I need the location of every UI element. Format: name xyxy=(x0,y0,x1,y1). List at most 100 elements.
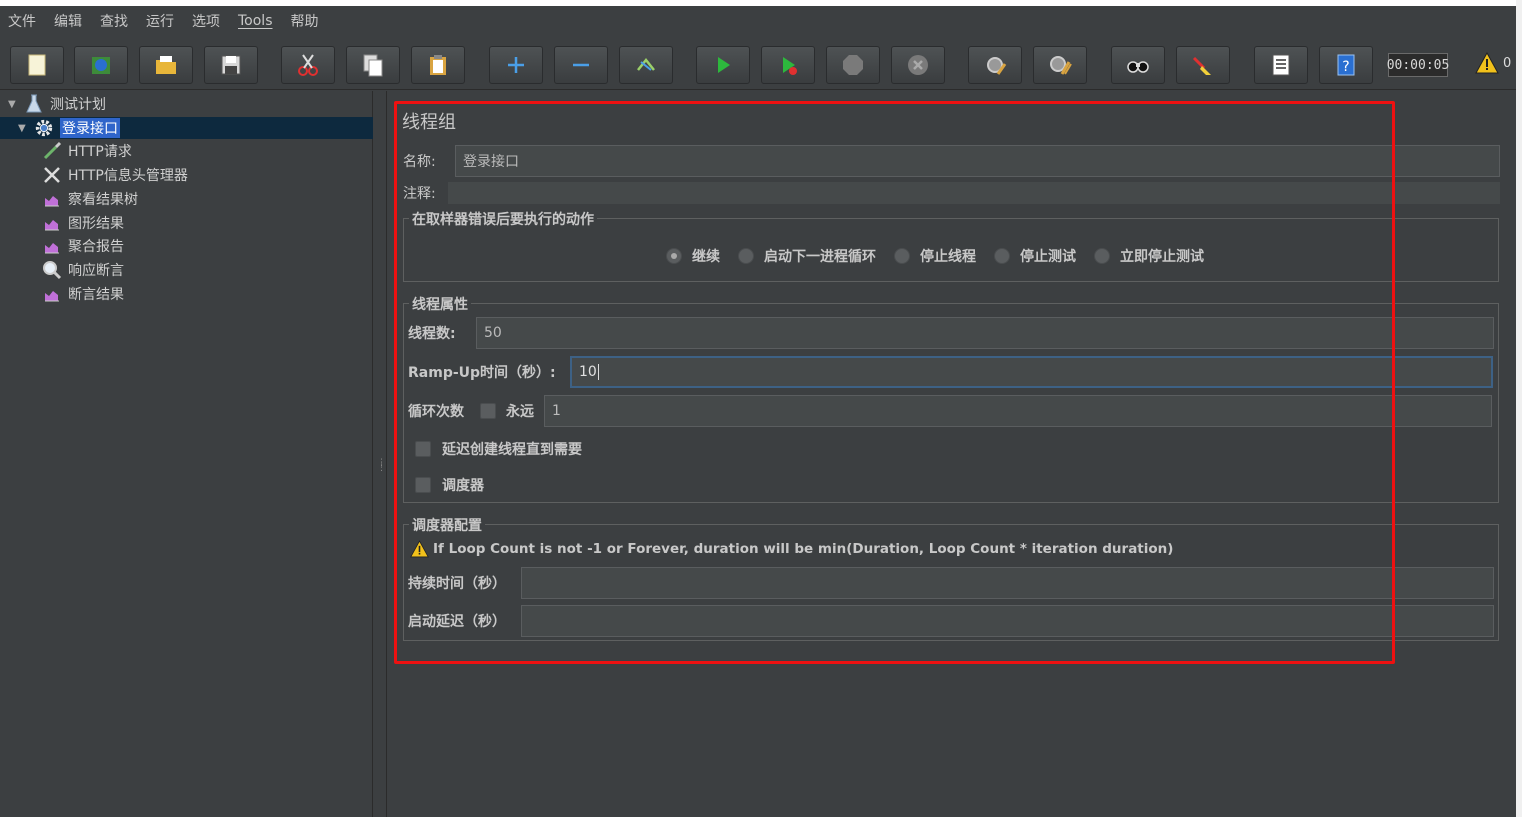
save-icon xyxy=(221,55,241,75)
clear-button[interactable] xyxy=(968,46,1022,84)
warning-indicator[interactable]: 0 xyxy=(1475,52,1511,74)
shutdown-button[interactable] xyxy=(891,46,945,84)
name-row: 名称: 登录接口 xyxy=(403,145,1500,177)
radio-continue[interactable]: 继续 xyxy=(666,246,720,266)
rampup-value: 10 xyxy=(579,364,597,380)
toggle-button[interactable] xyxy=(619,46,673,84)
text-cursor xyxy=(597,364,599,380)
reset-search-button[interactable] xyxy=(1176,46,1230,84)
search-button[interactable] xyxy=(1111,46,1165,84)
tree-item-response-assertion[interactable]: 响应断言 xyxy=(42,259,124,281)
loop-label: 循环次数 xyxy=(408,404,464,420)
reset-search-icon xyxy=(1192,56,1211,75)
menu-run[interactable]: 运行 xyxy=(146,11,174,31)
start-no-pause-button[interactable] xyxy=(761,46,815,84)
thread-properties-title: 线程属性 xyxy=(409,294,471,314)
collapse-icon xyxy=(573,63,589,67)
loop-count-input[interactable]: 1 xyxy=(544,395,1492,427)
radio-stop-thread[interactable]: 停止线程 xyxy=(894,246,976,266)
clear-all-icon xyxy=(1050,56,1072,75)
start-button[interactable] xyxy=(696,46,750,84)
copy-icon xyxy=(363,54,383,77)
save-button[interactable] xyxy=(204,46,258,84)
menu-bar: 文件 编辑 查找 运行 选项 Tools 帮助 xyxy=(0,6,1516,36)
paste-button[interactable] xyxy=(411,46,465,84)
rampup-input[interactable]: 10 xyxy=(570,356,1493,388)
comment-input[interactable] xyxy=(448,182,1500,204)
forever-checkbox[interactable] xyxy=(480,403,496,419)
stop-button[interactable] xyxy=(826,46,880,84)
tree-item-assertion-results[interactable]: 断言结果 xyxy=(42,283,124,305)
start-icon xyxy=(718,57,730,73)
cut-button[interactable] xyxy=(281,46,335,84)
help-button[interactable]: ? xyxy=(1319,46,1373,84)
gear-icon xyxy=(34,118,54,138)
scheduler-checkbox[interactable] xyxy=(415,477,431,493)
svg-text:?: ? xyxy=(1342,59,1349,75)
tree-item-http-request[interactable]: HTTP请求 xyxy=(42,140,132,162)
templates-button[interactable] xyxy=(74,46,128,84)
duration-input[interactable] xyxy=(521,567,1494,599)
menu-search[interactable]: 查找 xyxy=(100,11,128,31)
rampup-label: Ramp-Up时间（秒）: xyxy=(408,365,556,381)
pipette-icon xyxy=(42,141,62,161)
paste-icon xyxy=(430,55,446,75)
radio-button-icon xyxy=(1094,248,1110,264)
copy-button[interactable] xyxy=(346,46,400,84)
name-input[interactable]: 登录接口 xyxy=(455,145,1500,177)
startup-delay-label: 启动延迟（秒） xyxy=(408,614,506,630)
startup-delay-input[interactable] xyxy=(521,605,1494,637)
expand-icon xyxy=(508,57,524,73)
menu-options[interactable]: 选项 xyxy=(192,11,220,31)
threads-input[interactable]: 50 xyxy=(476,317,1494,349)
chart-icon xyxy=(42,236,62,256)
menu-tools[interactable]: Tools xyxy=(238,13,273,29)
splitter-grip-icon: ⋮ ⋮ xyxy=(377,458,386,473)
tree-item-aggregate-report[interactable]: 聚合报告 xyxy=(42,235,124,257)
function-helper-icon xyxy=(1272,54,1290,76)
split-pane-divider[interactable]: ⋮ ⋮ xyxy=(373,91,387,817)
radio-stop-test[interactable]: 停止测试 xyxy=(994,246,1076,266)
rampup-row: Ramp-Up时间（秒）: 10 xyxy=(408,356,1493,388)
tree-item-label: 察看结果树 xyxy=(68,192,138,208)
comment-label: 注释: xyxy=(403,186,436,202)
duration-row: 持续时间（秒） xyxy=(408,567,1494,599)
scheduler-row: 调度器 xyxy=(415,475,484,495)
scheduler-warning-row: If Loop Count is not -1 or Forever, dura… xyxy=(410,540,1173,558)
menu-help[interactable]: 帮助 xyxy=(291,11,319,31)
delay-thread-checkbox[interactable] xyxy=(415,441,431,457)
collapse-button[interactable] xyxy=(554,46,608,84)
templates-icon xyxy=(92,57,110,74)
function-helper-button[interactable] xyxy=(1254,46,1308,84)
new-button[interactable] xyxy=(10,46,64,84)
menu-file[interactable]: 文件 xyxy=(8,11,36,31)
radio-start-next-loop[interactable]: 启动下一进程循环 xyxy=(738,246,876,266)
tree-item-test-plan[interactable]: ▼ 测试计划 xyxy=(8,93,368,115)
chart-icon xyxy=(42,213,62,233)
tree-item-view-results-tree[interactable]: 察看结果树 xyxy=(42,188,138,210)
tree-item-graph-results[interactable]: 图形结果 xyxy=(42,212,124,234)
open-button[interactable] xyxy=(139,46,193,84)
shutdown-icon xyxy=(908,55,928,75)
tree-item-label: HTTP请求 xyxy=(68,144,132,160)
elapsed-timer: 00:00:05 xyxy=(1387,53,1449,77)
tree-item-label: 断言结果 xyxy=(68,287,124,303)
clear-icon xyxy=(987,57,1007,75)
thread-group-panel: 线程组 名称: 登录接口 注释: 在取样器错误后要执行的动作 继续 启动下一进程… xyxy=(388,91,1516,817)
search-icon xyxy=(1127,61,1149,73)
expand-arrow-icon[interactable]: ▼ xyxy=(8,99,20,110)
menu-edit[interactable]: 编辑 xyxy=(54,11,82,31)
tree-item-label: 响应断言 xyxy=(68,263,124,279)
chart-icon xyxy=(42,189,62,209)
tree-item-label: 图形结果 xyxy=(68,216,124,232)
cut-icon xyxy=(298,54,318,76)
expand-button[interactable] xyxy=(489,46,543,84)
tree-item-login-api[interactable]: ▼ 登录接口 xyxy=(0,117,373,139)
tree-item-header-manager[interactable]: HTTP信息头管理器 xyxy=(42,164,188,186)
radio-stop-test-now[interactable]: 立即停止测试 xyxy=(1094,246,1204,266)
duration-label: 持续时间（秒） xyxy=(408,576,506,592)
threads-row: 线程数: 50 xyxy=(408,317,1494,349)
expand-arrow-icon[interactable]: ▼ xyxy=(18,123,30,134)
clear-all-button[interactable] xyxy=(1033,46,1087,84)
start-no-pause-icon xyxy=(783,57,797,75)
